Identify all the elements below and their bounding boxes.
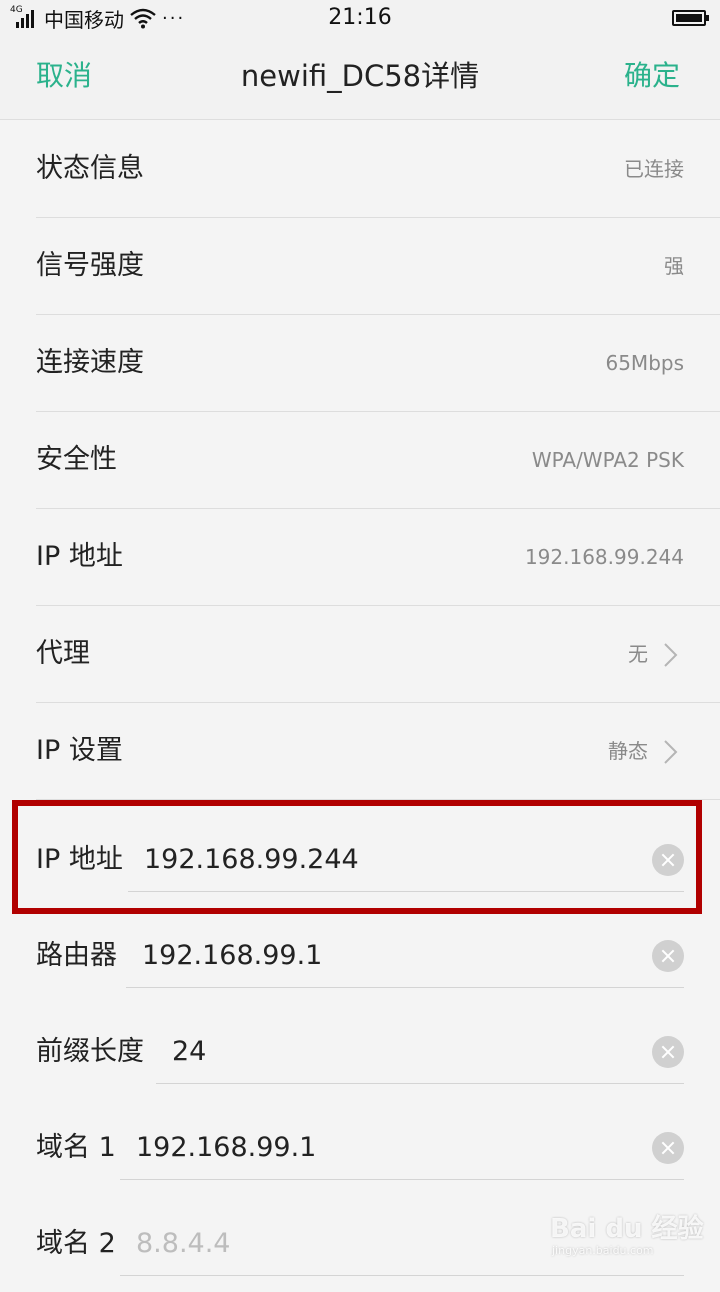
input-underline xyxy=(120,1179,684,1180)
ip-address-input-row: IP 地址 192.168.99.244 xyxy=(0,812,720,908)
ip-address-input[interactable]: 192.168.99.244 xyxy=(144,842,359,878)
chevron-right-icon xyxy=(664,740,678,764)
router-input-row: 路由器 192.168.99.1 xyxy=(0,908,720,1004)
divider xyxy=(36,799,720,800)
watermark-url: jingyan.baidu.com xyxy=(552,1244,654,1257)
header-bar: 取消 newifi_DC58详情 确定 xyxy=(0,36,720,120)
prefix-length-input-row: 前缀长度 24 xyxy=(0,1004,720,1100)
row-value: WPA/WPA2 PSK xyxy=(531,448,684,472)
input-underline xyxy=(120,1275,684,1276)
proxy-row[interactable]: 代理 无 xyxy=(0,606,720,703)
row-label: 信号强度 xyxy=(36,250,144,281)
row-value: 静态 xyxy=(608,739,648,763)
clear-icon[interactable] xyxy=(652,1132,684,1164)
ip-address-row: IP 地址 192.168.99.244 xyxy=(0,509,720,606)
field-label: 前缀长度 xyxy=(36,1036,144,1067)
battery-icon xyxy=(672,10,709,26)
link-speed-row: 连接速度 65Mbps xyxy=(0,315,720,412)
field-label: IP 地址 xyxy=(36,844,123,875)
clear-icon[interactable] xyxy=(652,844,684,876)
field-label: 路由器 xyxy=(36,940,117,971)
router-input[interactable]: 192.168.99.1 xyxy=(142,938,322,974)
input-underline xyxy=(156,1083,684,1084)
row-value: 65Mbps xyxy=(605,351,684,375)
status-bar: 4G 中国移动 ··· 21:16 xyxy=(0,0,720,36)
cancel-button[interactable]: 取消 xyxy=(36,58,92,94)
dns1-input[interactable]: 192.168.99.1 xyxy=(136,1130,316,1166)
clear-icon[interactable] xyxy=(652,940,684,972)
status-row: 状态信息 已连接 xyxy=(0,121,720,218)
dns2-input[interactable]: 8.8.4.4 xyxy=(136,1226,230,1262)
row-label: 连接速度 xyxy=(36,347,144,378)
prefix-length-input[interactable]: 24 xyxy=(172,1034,206,1070)
dns1-input-row: 域名 1 192.168.99.1 xyxy=(0,1100,720,1196)
row-label: 代理 xyxy=(36,638,90,669)
security-row: 安全性 WPA/WPA2 PSK xyxy=(0,412,720,509)
row-value: 已连接 xyxy=(624,157,684,181)
wifi-details-list: 状态信息 已连接 信号强度 强 连接速度 65Mbps 安全性 WPA/WPA2… xyxy=(0,121,720,800)
input-underline xyxy=(126,987,684,988)
input-underline xyxy=(128,891,684,892)
baidu-watermark: Bai du 经验 jingyan.baidu.com xyxy=(550,1214,704,1266)
row-value: 无 xyxy=(628,642,648,666)
row-label: IP 地址 xyxy=(36,541,123,572)
row-label: 状态信息 xyxy=(36,153,144,184)
page-title: newifi_DC58详情 xyxy=(240,59,480,93)
chevron-right-icon xyxy=(664,643,678,667)
confirm-button[interactable]: 确定 xyxy=(624,58,680,94)
field-label: 域名 1 xyxy=(36,1132,116,1163)
watermark-logo-text: Bai du 经验 xyxy=(550,1214,704,1244)
clear-icon[interactable] xyxy=(652,1036,684,1068)
signal-strength-row: 信号强度 强 xyxy=(0,218,720,315)
status-time: 21:16 xyxy=(328,5,392,30)
row-label: IP 设置 xyxy=(36,735,123,766)
row-value: 192.168.99.244 xyxy=(524,545,684,569)
row-value: 强 xyxy=(664,254,684,278)
field-label: 域名 2 xyxy=(36,1228,116,1259)
row-label: 安全性 xyxy=(36,444,117,475)
ip-settings-row[interactable]: IP 设置 静态 xyxy=(0,703,720,800)
